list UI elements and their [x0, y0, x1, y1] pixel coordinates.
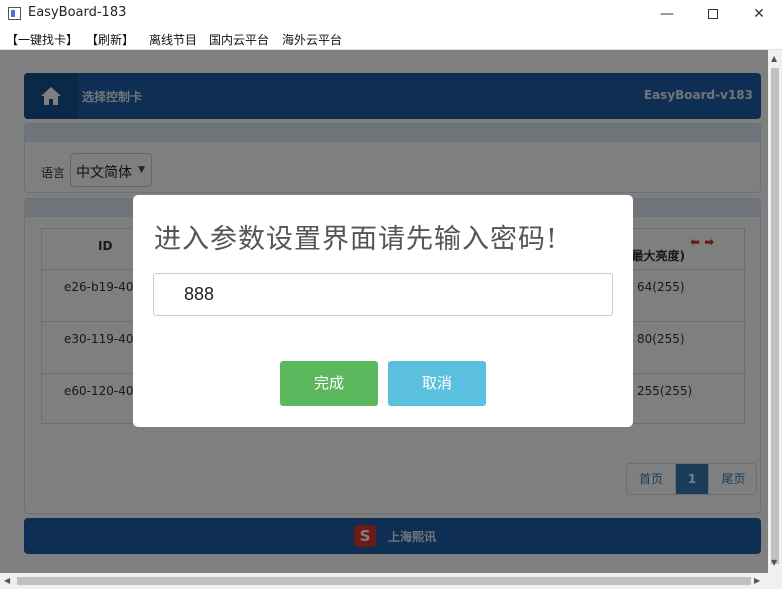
minimize-button[interactable]: — — [644, 0, 690, 28]
maximize-button[interactable] — [690, 0, 736, 28]
dialog-title: 进入参数设置界面请先输入密码! — [154, 224, 558, 255]
scrollbar-corner — [768, 573, 782, 589]
app-icon — [8, 7, 21, 20]
scroll-up-icon[interactable]: ▲ — [771, 54, 777, 63]
maximize-icon — [708, 9, 718, 19]
window-title: EasyBoard-183 — [28, 5, 127, 20]
menu-bar: 【一键找卡】 【刷新】 离线节目 国内云平台 海外云平台 — [0, 28, 782, 50]
vertical-scrollbar[interactable]: ▲ ▼ — [768, 50, 782, 573]
menu-overseas-cloud[interactable]: 海外云平台 — [282, 31, 342, 48]
password-input[interactable] — [153, 273, 613, 316]
menu-refresh[interactable]: 【刷新】 — [86, 31, 134, 48]
menu-find-card[interactable]: 【一键找卡】 — [6, 31, 78, 48]
horizontal-scroll-thumb[interactable] — [17, 577, 751, 585]
scroll-left-icon[interactable]: ◀ — [4, 576, 10, 585]
confirm-button[interactable]: 完成 — [280, 361, 378, 406]
close-button[interactable]: ✕ — [736, 0, 782, 28]
cancel-button[interactable]: 取消 — [388, 361, 486, 406]
menu-offline-program[interactable]: 离线节目 — [149, 31, 197, 48]
window-titlebar: EasyBoard-183 — ✕ — [0, 0, 782, 28]
scroll-right-icon[interactable]: ▶ — [754, 576, 760, 585]
scroll-down-icon[interactable]: ▼ — [771, 558, 777, 567]
password-dialog: 进入参数设置界面请先输入密码! 完成 取消 — [133, 195, 633, 427]
menu-domestic-cloud[interactable]: 国内云平台 — [209, 31, 269, 48]
horizontal-scrollbar[interactable]: ◀ ▶ — [0, 573, 768, 589]
vertical-scroll-thumb[interactable] — [771, 68, 779, 564]
